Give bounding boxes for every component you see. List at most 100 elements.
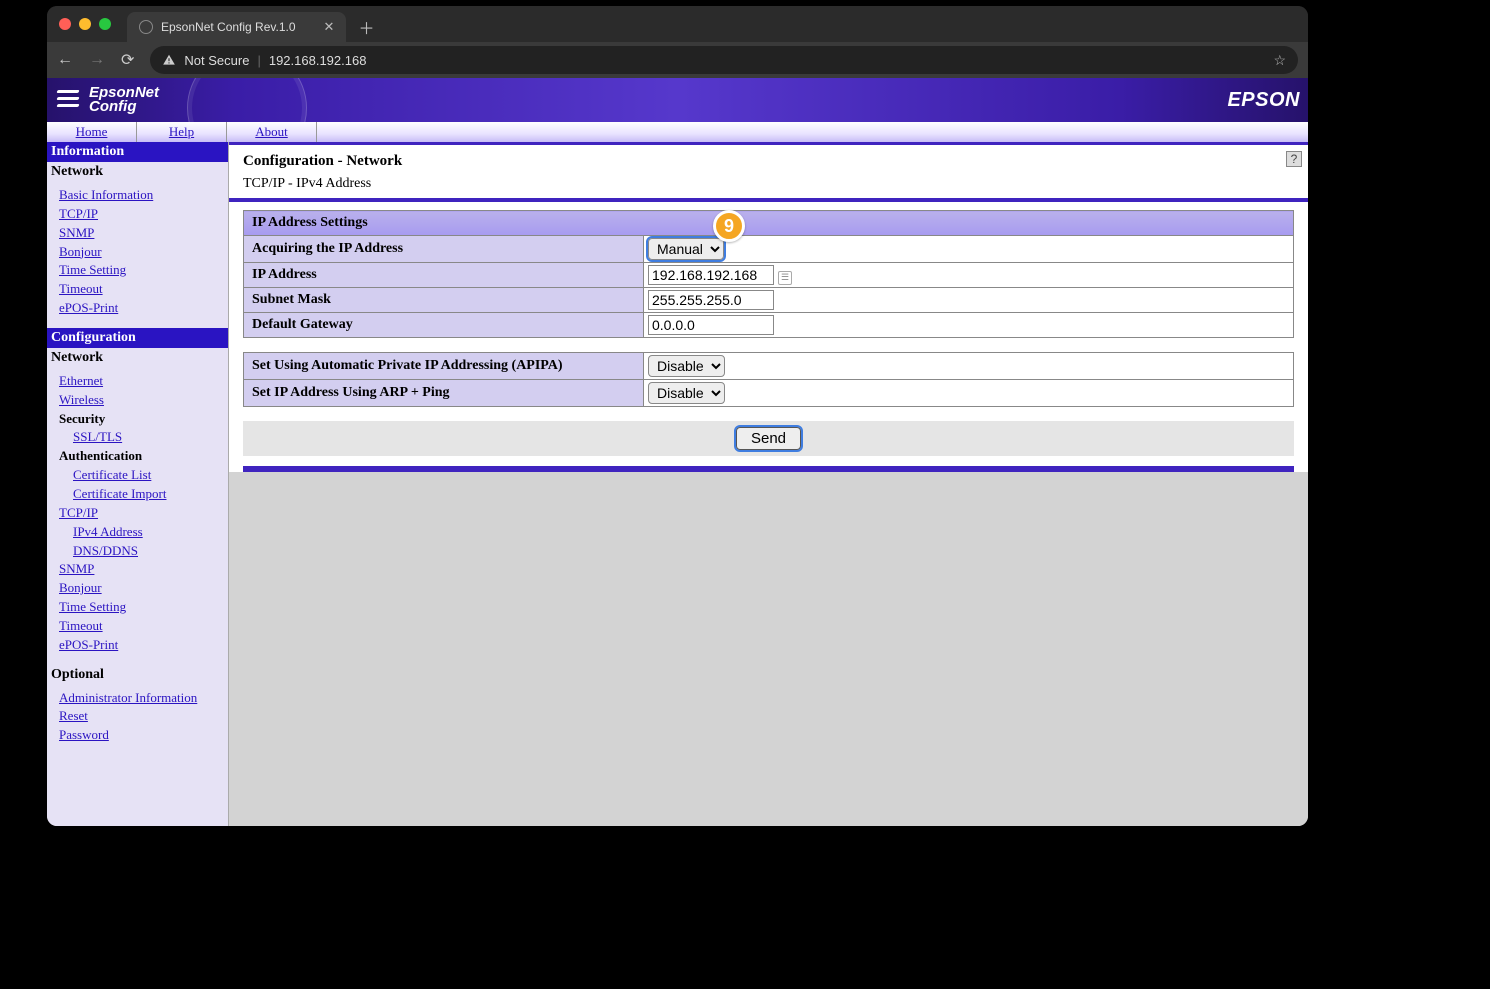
bottom-divider — [243, 466, 1294, 472]
page-title: Configuration - Network — [243, 153, 1294, 170]
sidebar-group-optional: Optional — [47, 665, 228, 685]
close-window-icon[interactable] — [59, 18, 71, 30]
field-mask — [644, 288, 1294, 313]
fullscreen-window-icon[interactable] — [99, 18, 111, 30]
sidebar-link-epos-print-info[interactable]: ePOS-Print — [59, 299, 228, 318]
menu-home-link[interactable]: Home — [76, 124, 108, 139]
mask-input[interactable] — [648, 290, 774, 310]
forward-button[interactable]: → — [89, 51, 105, 69]
row-arp: Set IP Address Using ARP + Ping Disable — [244, 380, 1294, 407]
new-tab-button[interactable]: ＋ — [358, 15, 374, 39]
label-ip: IP Address — [244, 263, 644, 288]
misc-settings-table: Set Using Automatic Private IP Addressin… — [243, 352, 1294, 407]
menu-help[interactable]: Help — [137, 122, 227, 142]
close-tab-icon[interactable]: ✕ — [324, 19, 335, 35]
gateway-input[interactable] — [648, 315, 774, 335]
sidebar-link-epos-print-cfg[interactable]: ePOS-Print — [59, 636, 228, 655]
menu-about-link[interactable]: About — [255, 124, 288, 139]
sidebar-link-snmp-info[interactable]: SNMP — [59, 224, 228, 243]
help-icon[interactable]: ? — [1286, 151, 1302, 167]
sidebar-label-authentication: Authentication — [59, 447, 228, 466]
send-row: Send — [243, 421, 1294, 456]
epsonnet-logo: EpsonNet Config — [55, 86, 159, 115]
sidebar-link-tcpip-cfg[interactable]: TCP/IP — [59, 504, 228, 523]
back-button[interactable]: ← — [57, 51, 73, 69]
apipa-select[interactable]: Disable — [648, 355, 725, 377]
browser-window: EpsonNet Config Rev.1.0 ✕ ＋ ← → ⟳ Not Se… — [47, 6, 1308, 826]
window-controls — [59, 18, 111, 30]
sidebar-section-configuration: Configuration — [47, 328, 228, 348]
sidebar-cfg-links: Ethernet Wireless Security SSL/TLS Authe… — [47, 368, 228, 665]
main-layout: Information Network Basic Information TC… — [47, 142, 1308, 826]
field-gateway — [644, 313, 1294, 338]
sidebar-label-security: Security — [59, 410, 228, 429]
not-secure-label: Not Secure — [184, 53, 249, 68]
menu-about[interactable]: About — [227, 122, 317, 142]
field-ip: ☰ — [644, 263, 1294, 288]
field-apipa: Disable — [644, 353, 1294, 380]
ip-input[interactable] — [648, 265, 774, 285]
callout-number: 9 — [724, 216, 734, 237]
autofill-icon[interactable]: ☰ — [778, 271, 792, 285]
sidebar-link-basic-information[interactable]: Basic Information — [59, 186, 228, 205]
browser-tab[interactable]: EpsonNet Config Rev.1.0 ✕ — [127, 12, 346, 42]
sidebar-link-password[interactable]: Password — [59, 726, 228, 745]
browser-toolbar: ← → ⟳ Not Secure | 192.168.192.168 ☆ — [47, 42, 1308, 78]
sidebar-link-time-setting-cfg[interactable]: Time Setting — [59, 598, 228, 617]
label-mask: Subnet Mask — [244, 288, 644, 313]
bookmark-icon[interactable]: ☆ — [1273, 52, 1286, 69]
field-acquire: Manual — [644, 236, 1294, 263]
sidebar-link-time-setting-info[interactable]: Time Setting — [59, 261, 228, 280]
logo-stripes-icon — [55, 86, 83, 114]
page-content: EpsonNet Config EPSON Home Help About In… — [47, 78, 1308, 826]
minimize-window-icon[interactable] — [79, 18, 91, 30]
logo-text: EpsonNet Config — [89, 86, 159, 115]
sidebar-link-certificate-import[interactable]: Certificate Import — [59, 485, 228, 504]
send-button[interactable]: Send — [736, 427, 801, 450]
field-arp: Disable — [644, 380, 1294, 407]
sidebar-link-tcpip-info[interactable]: TCP/IP — [59, 205, 228, 224]
sidebar-link-dns-ddns[interactable]: DNS/DDNS — [59, 542, 228, 561]
address-bar[interactable]: Not Secure | 192.168.192.168 ☆ — [150, 46, 1298, 74]
logo-line2: Config — [89, 100, 159, 114]
sidebar-link-certificate-list[interactable]: Certificate List — [59, 466, 228, 485]
sidebar-optional-links: Administrator Information Reset Password — [47, 685, 228, 756]
banner: EpsonNet Config EPSON — [47, 78, 1308, 122]
content-area: ? Configuration - Network TCP/IP - IPv4 … — [229, 142, 1308, 826]
sidebar-group-network-cfg: Network — [47, 348, 228, 368]
label-gateway: Default Gateway — [244, 313, 644, 338]
sidebar-link-reset[interactable]: Reset — [59, 707, 228, 726]
section-header-ip-settings: IP Address Settings — [244, 211, 1294, 236]
sidebar-link-ethernet[interactable]: Ethernet — [59, 372, 228, 391]
menu-help-link[interactable]: Help — [169, 124, 194, 139]
sidebar-link-administrator-information[interactable]: Administrator Information — [59, 689, 228, 708]
acquire-select[interactable]: Manual — [648, 238, 724, 260]
reload-button[interactable]: ⟳ — [121, 50, 134, 70]
ip-settings-table: IP Address Settings Acquiring the IP Add… — [243, 210, 1294, 338]
page-subtitle: TCP/IP - IPv4 Address — [243, 176, 1294, 192]
sidebar-group-network-info: Network — [47, 162, 228, 182]
sidebar-link-timeout-info[interactable]: Timeout — [59, 280, 228, 299]
brand-label: EPSON — [1227, 89, 1300, 112]
sidebar-link-snmp-cfg[interactable]: SNMP — [59, 560, 228, 579]
sidebar-link-ipv4-address[interactable]: IPv4 Address — [59, 523, 228, 542]
separator: | — [257, 53, 260, 68]
menubar: Home Help About — [47, 122, 1308, 142]
menu-home[interactable]: Home — [47, 122, 137, 142]
titlebar: EpsonNet Config Rev.1.0 ✕ ＋ — [47, 6, 1308, 42]
sidebar-section-information: Information — [47, 142, 228, 162]
form-area: 9 IP Address Settings Acquiring the IP A… — [229, 202, 1308, 472]
sidebar-link-bonjour-cfg[interactable]: Bonjour — [59, 579, 228, 598]
sidebar-link-timeout-cfg[interactable]: Timeout — [59, 617, 228, 636]
sidebar-link-ssl-tls[interactable]: SSL/TLS — [59, 428, 228, 447]
row-ip: IP Address ☰ — [244, 263, 1294, 288]
label-acquire: Acquiring the IP Address — [244, 236, 644, 263]
sidebar-info-links: Basic Information TCP/IP SNMP Bonjour Ti… — [47, 182, 228, 328]
compass-decoration — [187, 78, 307, 122]
arp-select[interactable]: Disable — [648, 382, 725, 404]
sidebar-link-wireless[interactable]: Wireless — [59, 391, 228, 410]
row-gateway: Default Gateway — [244, 313, 1294, 338]
row-acquire: Acquiring the IP Address Manual — [244, 236, 1294, 263]
callout-badge-9: 9 — [713, 210, 745, 242]
sidebar-link-bonjour-info[interactable]: Bonjour — [59, 243, 228, 262]
